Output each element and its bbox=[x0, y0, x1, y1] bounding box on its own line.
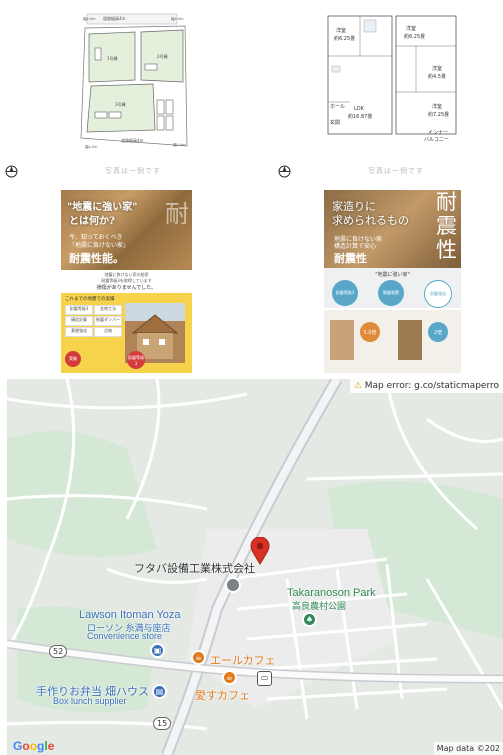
stat-photo bbox=[330, 320, 354, 360]
park-icon[interactable]: ♠ bbox=[302, 612, 317, 627]
svg-text:約6.25畳: 約6.25畳 bbox=[334, 35, 355, 42]
svg-text:洋室: 洋室 bbox=[406, 25, 416, 32]
brochure-right-band-text: "地震に強い家" bbox=[375, 272, 410, 278]
site-plan-caption: 写真は一例です bbox=[105, 167, 161, 175]
svg-text:幅4.0m: 幅4.0m bbox=[173, 142, 186, 147]
brochure-left-tag: 構造計算 bbox=[65, 316, 93, 326]
brochure-right-circle: 制震装置 bbox=[378, 280, 404, 306]
brochure-left-tag: 基礎強化 bbox=[65, 327, 93, 337]
brochure-left-hero: "地震に強い家" とは何か? 今、知っておくべき 「地震に負けない家」 耐震性能… bbox=[61, 190, 192, 270]
svg-text:洋室: 洋室 bbox=[432, 103, 442, 110]
cafe-icon[interactable]: ☕ bbox=[222, 670, 237, 685]
floor-plan-image[interactable]: 洋室 約6.25畳 洋室 約6.25畳 洋室 約4.5畳 洋室 約7.25畳 LDK 約1… bbox=[320, 12, 460, 147]
brochure-left-title-2: とは何か? bbox=[69, 216, 115, 227]
brochure-left-note-3: 損傷がありませんでした。 bbox=[96, 285, 157, 291]
brochure-right-band: "地震に強い家" 耐震等級3 制震装置 耐震強化 bbox=[324, 268, 461, 308]
brochure-left-sub-2: 「地震に負けない家」 bbox=[69, 242, 130, 249]
svg-text:幅4.0m: 幅4.0m bbox=[83, 16, 96, 21]
gray-poi-icon[interactable] bbox=[225, 577, 241, 593]
lawson-type: Convenience store bbox=[87, 631, 163, 641]
map-view[interactable]: ⚠ Map error: g.co/staticmaperro フタバ設備工業株… bbox=[7, 379, 503, 755]
floor-plan-drawing: 洋室約6.25畳 洋室約6.25畳 洋室約4.5畳 洋室約7.25畳 LDK約1… bbox=[327, 15, 457, 143]
brochure-right-stats: 5.0倍 2倍 bbox=[324, 310, 461, 373]
stat-photo bbox=[398, 320, 422, 360]
cafe-icon[interactable]: ☕ bbox=[191, 650, 206, 665]
lot-label: 1号棟 bbox=[107, 55, 118, 61]
site-plan-drawing: 1号棟 2号棟 3号棟 道路幅員4m 道路幅員4m 幅4.0m 幅4.0m 幅4… bbox=[80, 13, 188, 149]
bento-type: Box lunch supplier bbox=[53, 696, 127, 706]
bus-stop-icon[interactable]: ▭ bbox=[257, 671, 272, 686]
food-icon[interactable]: ▤ bbox=[152, 684, 167, 699]
svg-text:洋室: 洋室 bbox=[432, 65, 442, 72]
cafe-label[interactable]: エールカフェ bbox=[210, 652, 276, 668]
brochure-left-tag: 点検 bbox=[94, 327, 122, 337]
brochure-right-accent: 耐震性 bbox=[334, 252, 367, 265]
svg-text:約4.5畳: 約4.5畳 bbox=[428, 73, 446, 80]
brochure-left-big-char: 耐 bbox=[165, 200, 189, 228]
pin-label[interactable]: フタバ設備工業株式会社 bbox=[134, 560, 255, 576]
svg-text:洋室: 洋室 bbox=[336, 27, 346, 34]
svg-text:約7.25畳: 約7.25畳 bbox=[428, 111, 449, 118]
brochure-right-sub-2: 構造計算で安心 bbox=[334, 243, 377, 250]
brochure-left-badge: 実験 bbox=[65, 351, 81, 367]
brochure-right-circle: 耐震等級3 bbox=[332, 280, 358, 306]
cafe-label[interactable]: 愛すカフェ bbox=[195, 687, 250, 703]
svg-text:玄関: 玄関 bbox=[330, 119, 340, 126]
svg-text:約6.25畳: 約6.25畳 bbox=[404, 33, 425, 40]
brochure-right-hero: 家造りに 求められるもの 地震に負けない家 構造計算で安心 耐震性 耐震性 bbox=[324, 190, 461, 268]
park-label[interactable]: Takaranoson Park bbox=[287, 587, 376, 599]
brochure-right-big-chars: 耐震性 bbox=[436, 190, 457, 262]
lawson-label[interactable]: Lawson Itoman Yoza bbox=[79, 609, 181, 621]
svg-text:幅4.0m: 幅4.0m bbox=[171, 16, 184, 21]
park-label-jp: 高良農村公園 bbox=[292, 601, 347, 611]
site-plan-image[interactable]: 1号棟 2号棟 3号棟 道路幅員4m 道路幅員4m 幅4.0m 幅4.0m 幅4… bbox=[75, 8, 195, 150]
brochure-right[interactable]: 家造りに 求められるもの 地震に負けない家 構造計算で安心 耐震性 耐震性 "地… bbox=[324, 190, 461, 373]
svg-text:幅4.0m: 幅4.0m bbox=[85, 144, 98, 149]
brochure-left-tag: 制震ダンパー bbox=[94, 316, 122, 326]
google-logo: Google bbox=[13, 739, 55, 753]
road-label: 道路幅員4m bbox=[103, 15, 126, 21]
svg-text:LDK: LDK bbox=[354, 106, 365, 112]
shopping-icon[interactable]: ▣ bbox=[150, 643, 165, 658]
svg-text:インナー: インナー bbox=[428, 130, 448, 136]
brochure-left-panel: これまでの地震での実績 耐震等級3 金物工法 構造計算 制震ダンパー 基礎強化 … bbox=[61, 293, 192, 373]
map-error-text: Map error: g.co/staticmaperro bbox=[364, 381, 499, 391]
brochure-left-title: "地震に強い家" bbox=[67, 202, 138, 213]
compass-icon bbox=[278, 163, 291, 178]
stat-badge: 2倍 bbox=[428, 322, 448, 342]
route-shield: 15 bbox=[153, 717, 172, 730]
warning-icon: ⚠ bbox=[353, 381, 362, 391]
brochure-left-tag: 耐震等級3 bbox=[65, 305, 93, 315]
svg-text:バルコニー: バルコニー bbox=[424, 137, 449, 143]
lot-label: 3号棟 bbox=[115, 101, 126, 107]
compass-icon bbox=[5, 163, 18, 178]
map-attribution[interactable]: Map data ©202 bbox=[433, 742, 503, 755]
brochure-left-accent: 耐震性能。 bbox=[69, 252, 124, 265]
road-label: 道路幅員4m bbox=[121, 137, 144, 143]
route-shield: 52 bbox=[49, 645, 68, 658]
lot-label: 2号棟 bbox=[157, 53, 168, 59]
brochure-left-tag: 金物工法 bbox=[94, 305, 122, 315]
svg-text:約16.87畳: 約16.87畳 bbox=[348, 113, 372, 120]
brochure-right-circle: 耐震強化 bbox=[424, 280, 452, 308]
stat-badge: 5.0倍 bbox=[360, 322, 380, 342]
svg-text:ホール: ホール bbox=[330, 104, 345, 110]
brochure-right-title-2: 求められるもの bbox=[332, 214, 409, 227]
map-error-banner: ⚠ Map error: g.co/staticmaperro bbox=[349, 379, 503, 393]
floor-plan-caption: 写真は一例です bbox=[368, 167, 424, 175]
brochure-left[interactable]: "地震に強い家" とは何か? 今、知っておくべき 「地震に負けない家」 耐震性能… bbox=[61, 190, 192, 373]
brochure-left-section-head: これまでの地震での実績 bbox=[65, 297, 115, 302]
brochure-left-badge: 耐震等級3 bbox=[127, 351, 145, 369]
